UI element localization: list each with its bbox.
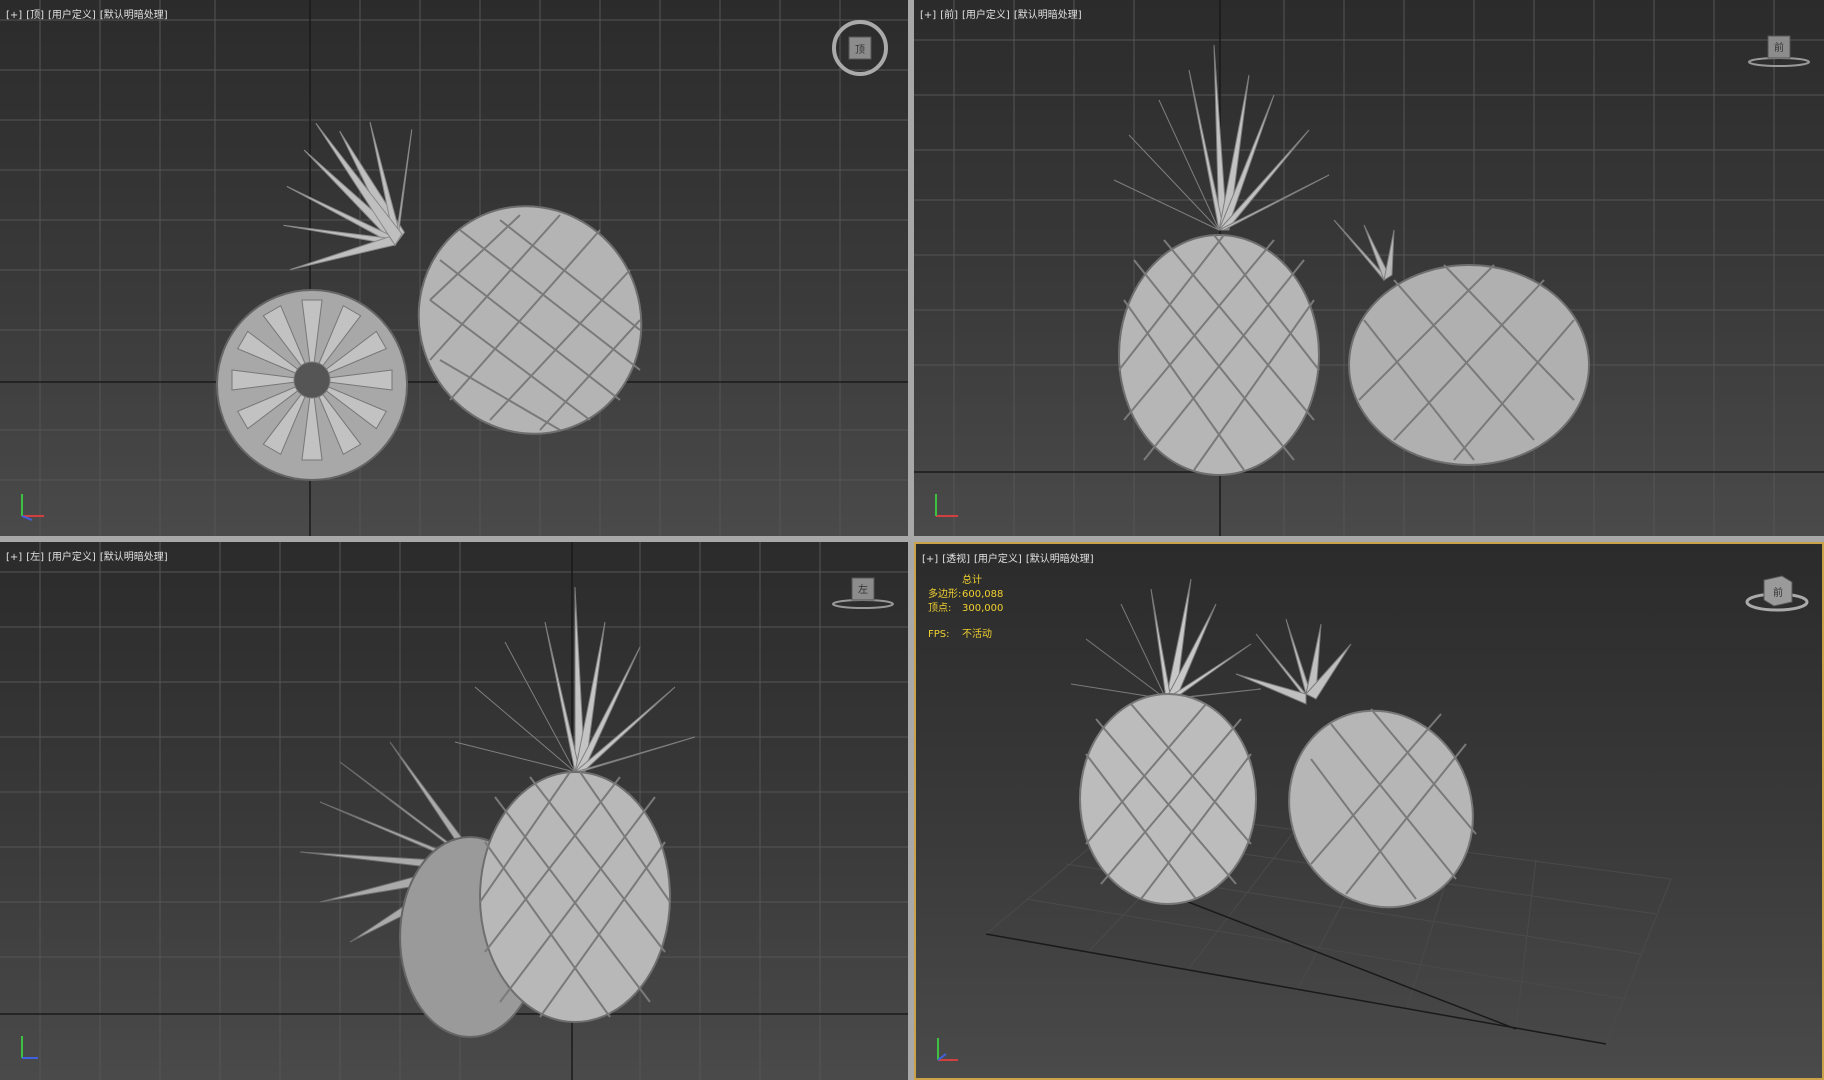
pineapple-model-top-2[interactable] bbox=[216, 289, 408, 481]
viewport-view-name[interactable]: [前] bbox=[940, 10, 958, 21]
axis-tripod-top bbox=[21, 494, 44, 521]
pineapple-body-2 bbox=[1288, 709, 1474, 909]
pineapple-crown bbox=[454, 586, 696, 773]
stats-vertices-value: 300,000 bbox=[962, 603, 1004, 614]
stats-fps-value: 不活动 bbox=[962, 629, 992, 640]
viewport-shading-mode[interactable]: [默认明暗处理] bbox=[100, 552, 168, 563]
viewport-camera-mode[interactable]: [用户定义] bbox=[48, 552, 96, 563]
viewcube-compass-front[interactable]: 前 bbox=[1744, 28, 1814, 78]
pineapple-body bbox=[1079, 693, 1257, 905]
stats-polygons-label: 多边形: bbox=[928, 589, 962, 600]
grid-axes-front bbox=[914, 0, 1824, 536]
viewport-view-name[interactable]: [左] bbox=[26, 552, 44, 563]
viewport-view-name[interactable]: [透视] bbox=[942, 554, 970, 565]
viewport-camera-mode[interactable]: [用户定义] bbox=[48, 10, 96, 21]
viewport-left[interactable]: [+] [左] [用户定义] [默认明暗处理] 左 bbox=[0, 542, 908, 1080]
pineapple-crown bbox=[1113, 44, 1330, 231]
scene-front[interactable] bbox=[914, 0, 1824, 536]
pineapple-crown-2 bbox=[1333, 219, 1395, 282]
pineapple-crown bbox=[283, 121, 413, 271]
viewport-label-front[interactable]: [+] [前] [用户定义] [默认明暗处理] bbox=[920, 6, 1086, 21]
statistics-overlay: 总计 多边形: 600,088 顶点: 300,000 FPS: 不活动 bbox=[928, 574, 1003, 642]
axis-tripod-perspective bbox=[937, 1038, 958, 1061]
viewcube-compass-top[interactable]: 顶 bbox=[830, 16, 890, 86]
pineapple-crown bbox=[1070, 578, 1262, 700]
viewcube-face-label: 前 bbox=[1774, 41, 1784, 54]
viewcube-face-label: 左 bbox=[858, 583, 868, 596]
stats-polygons-value: 600,088 bbox=[962, 589, 1004, 600]
pineapple-model-perspective[interactable] bbox=[1070, 578, 1505, 938]
axis-tripod-left bbox=[21, 1036, 38, 1059]
viewport-menu-plus[interactable]: [+] bbox=[6, 10, 22, 21]
viewcube-face-label: 顶 bbox=[855, 44, 865, 56]
stats-vertices-label: 顶点: bbox=[928, 603, 952, 614]
viewport-shading-mode[interactable]: [默认明暗处理] bbox=[100, 10, 168, 21]
viewport-menu-plus[interactable]: [+] bbox=[922, 554, 938, 565]
viewport-front[interactable]: [+] [前] [用户定义] [默认明暗处理] 前 bbox=[914, 0, 1824, 536]
viewport-menu-plus[interactable]: [+] bbox=[920, 10, 936, 21]
pineapple-model-front[interactable] bbox=[1113, 44, 1590, 476]
scene-left[interactable] bbox=[0, 542, 908, 1080]
viewcube-compass-perspective[interactable]: 前 bbox=[1742, 564, 1812, 624]
viewcube-face-label: 前 bbox=[1773, 586, 1783, 599]
pineapple-body bbox=[479, 771, 671, 1023]
axis-tripod-front bbox=[935, 494, 958, 517]
viewport-label-top[interactable]: [+] [顶] [用户定义] [默认明暗处理] bbox=[6, 6, 172, 21]
viewport-camera-mode[interactable]: [用户定义] bbox=[962, 10, 1010, 21]
viewport-shading-mode[interactable]: [默认明暗处理] bbox=[1026, 554, 1094, 565]
scene-perspective[interactable] bbox=[916, 544, 1822, 1078]
viewport-shading-mode[interactable]: [默认明暗处理] bbox=[1014, 10, 1082, 21]
viewport-layout: [+] [顶] [用户定义] [默认明暗处理] 顶 [+] [前] [用户定义]… bbox=[0, 0, 1824, 1080]
viewport-camera-mode[interactable]: [用户定义] bbox=[974, 554, 1022, 565]
viewport-view-name[interactable]: [顶] bbox=[26, 10, 44, 21]
stats-header: 总计 bbox=[962, 575, 982, 586]
pineapple-body bbox=[1118, 234, 1320, 476]
stats-fps-label: FPS: bbox=[928, 629, 950, 640]
pineapple-body bbox=[417, 205, 643, 435]
pineapple-crown-2 bbox=[1235, 618, 1352, 705]
viewcube-compass-left[interactable]: 左 bbox=[828, 570, 898, 620]
scene-top[interactable] bbox=[0, 0, 908, 536]
viewport-label-perspective[interactable]: [+] [透视] [用户定义] [默认明暗处理] bbox=[922, 550, 1098, 565]
grid-front bbox=[914, 0, 1824, 536]
viewport-top[interactable]: [+] [顶] [用户定义] [默认明暗处理] 顶 bbox=[0, 0, 908, 536]
pineapple-model-left[interactable] bbox=[299, 586, 696, 1038]
viewport-menu-plus[interactable]: [+] bbox=[6, 552, 22, 563]
viewport-label-left[interactable]: [+] [左] [用户定义] [默认明暗处理] bbox=[6, 548, 172, 563]
viewport-perspective[interactable]: [+] [透视] [用户定义] [默认明暗处理] 总计 多边形: 600,088 顶点:… bbox=[914, 542, 1824, 1080]
